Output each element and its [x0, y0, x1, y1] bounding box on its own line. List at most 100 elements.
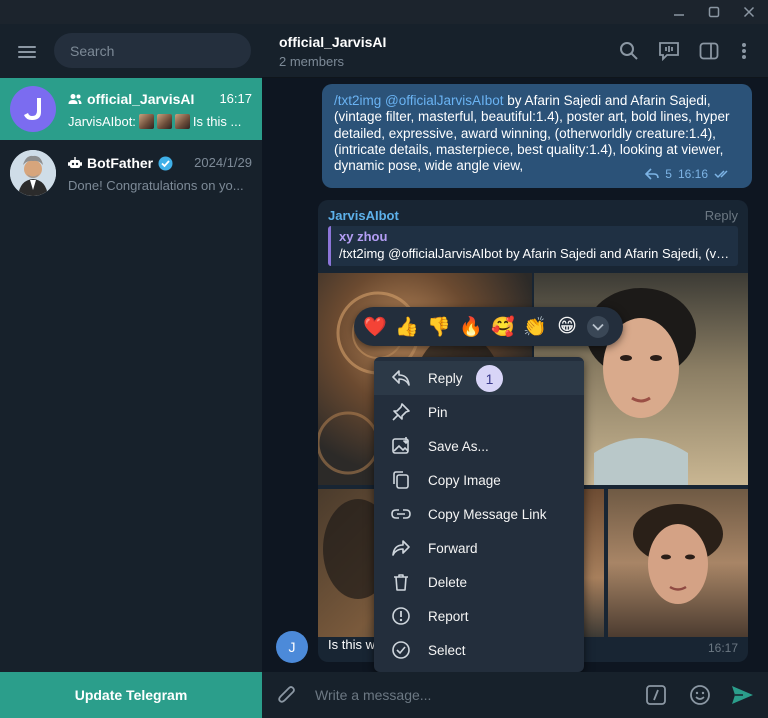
chat-item-official-jarvisai[interactable]: official_JarvisAI 16:17 JarvisAIbot: Is …	[0, 78, 262, 140]
send-button[interactable]	[730, 683, 754, 707]
send-icon	[732, 686, 753, 704]
more-reactions-button[interactable]	[587, 315, 609, 338]
attach-button[interactable]	[275, 683, 299, 707]
maximize-button[interactable]	[699, 0, 729, 24]
telegram-window: Search official_JarvisAI 16:17 JarvisAIb…	[0, 0, 768, 718]
sidebar-panel-icon	[699, 42, 719, 60]
sidebar-toggle-button[interactable]	[697, 39, 721, 63]
menu-item-delete[interactable]: Delete	[374, 565, 584, 599]
chat-time: 2024/1/29	[194, 155, 252, 170]
context-menu: Reply 1 Pin Save As... Copy Image Copy M…	[374, 357, 584, 672]
menu-label: Select	[428, 642, 466, 658]
bot-icon	[68, 157, 82, 168]
chat-item-botfather[interactable]: BotFather 2024/1/29 Done! Congratulation…	[0, 142, 262, 204]
forward-icon	[390, 537, 412, 559]
search-input[interactable]: Search	[54, 33, 251, 68]
menu-label: Reply	[428, 370, 463, 386]
reaction-grin[interactable]: 😁	[552, 312, 582, 342]
preview-thumbnail	[156, 114, 172, 129]
reaction-heart[interactable]: ❤️	[360, 312, 390, 342]
jarvis-logo-icon	[24, 98, 41, 120]
close-window-button[interactable]	[734, 0, 764, 24]
menu-item-pin[interactable]: Pin	[374, 395, 584, 429]
botfather-avatar	[10, 150, 56, 196]
reactions-bar: ❤️ 👍 👎 🔥 🥰 👏 😁	[354, 307, 623, 346]
quote-text: /txt2img @officialJarvisAIbot by Afarin …	[339, 246, 730, 261]
message-sender[interactable]: JarvisAIbot	[328, 208, 399, 223]
menu-label: Forward	[428, 540, 478, 556]
copy-icon	[390, 469, 412, 491]
step-badge: 1	[476, 365, 503, 392]
emoji-button[interactable]	[688, 683, 712, 707]
reply-link[interactable]: Reply	[705, 208, 738, 223]
smile-icon	[690, 685, 710, 705]
bot-command-link[interactable]: /txt2img	[334, 93, 381, 108]
check-circle-icon	[390, 639, 412, 661]
search-placeholder: Search	[70, 42, 115, 59]
search-button[interactable]	[617, 39, 641, 63]
mention-link[interactable]: @officialJarvisAIbot	[385, 93, 504, 108]
title-bar	[0, 0, 768, 24]
hamburger-icon	[18, 46, 36, 58]
chat-time: 16:17	[219, 91, 252, 106]
reaction-clap[interactable]: 👏	[520, 312, 550, 342]
menu-item-reply[interactable]: Reply 1	[374, 361, 584, 395]
preview-text: Is this ...	[192, 114, 242, 129]
minimize-button[interactable]	[664, 0, 694, 24]
more-options-button[interactable]	[732, 39, 756, 63]
group-icon	[68, 94, 82, 104]
chevron-down-icon	[592, 323, 604, 331]
menu-item-save-as[interactable]: Save As...	[374, 429, 584, 463]
reaction-love[interactable]: 🥰	[488, 312, 518, 342]
update-telegram-button[interactable]: Update Telegram	[0, 672, 262, 718]
avatar	[10, 86, 56, 132]
quote-author: xy zhou	[339, 229, 388, 244]
botfather-portrait-icon	[10, 150, 56, 196]
double-check-icon	[714, 170, 728, 178]
menu-button[interactable]	[14, 40, 40, 64]
pin-icon	[390, 401, 412, 423]
paperclip-icon	[278, 686, 295, 703]
search-icon	[620, 42, 638, 60]
preview-thumbnail	[174, 114, 190, 129]
menu-item-forward[interactable]: Forward	[374, 531, 584, 565]
reaction-thumbs-down[interactable]: 👎	[424, 312, 454, 342]
message-text: /txt2img @officialJarvisAIbot by Afarin …	[334, 93, 740, 177]
reaction-fire[interactable]: 🔥	[456, 312, 486, 342]
chat-preview: Done! Congratulations on yo...	[68, 178, 244, 193]
menu-item-copy-link[interactable]: Copy Message Link	[374, 497, 584, 531]
quoted-reply[interactable]: xy zhou /txt2img @officialJarvisAIbot by…	[328, 226, 738, 266]
report-icon	[390, 605, 412, 627]
outgoing-message[interactable]: /txt2img @officialJarvisAIbot by Afarin …	[322, 84, 752, 188]
save-image-icon	[390, 435, 412, 457]
menu-item-copy-image[interactable]: Copy Image	[374, 463, 584, 497]
message-meta: 5 16:16	[645, 166, 732, 182]
chat-header: official_JarvisAI 2 members	[262, 24, 768, 78]
menu-label: Report	[428, 608, 469, 624]
menu-item-select[interactable]: Select	[374, 633, 584, 667]
verified-icon	[158, 156, 173, 170]
chat-name-text: BotFather	[87, 155, 154, 171]
slash-command-icon	[646, 685, 666, 705]
chat-name: official_JarvisAI	[68, 91, 194, 107]
trash-icon	[390, 571, 412, 593]
bot-commands-button[interactable]	[644, 683, 668, 707]
menu-label: Save As...	[428, 438, 489, 454]
message-caption: Is this w	[328, 637, 375, 652]
menu-label: Copy Message Link	[428, 506, 547, 522]
menu-label: Copy Image	[428, 472, 501, 488]
maximize-icon	[708, 6, 720, 18]
menu-item-report[interactable]: Report	[374, 599, 584, 633]
menu-label: Pin	[428, 404, 448, 420]
sender-avatar[interactable]: J	[276, 631, 308, 663]
reaction-thumbs-up[interactable]: 👍	[392, 312, 422, 342]
message-input[interactable]: Write a message...	[315, 687, 431, 703]
preview-sender: JarvisAIbot:	[68, 114, 136, 129]
reply-count[interactable]: 5	[665, 166, 672, 182]
sidebar: Search official_JarvisAI 16:17 JarvisAIb…	[0, 24, 262, 718]
chat-title[interactable]: official_JarvisAI	[279, 34, 386, 50]
message-time: 16:17	[707, 641, 738, 655]
video-chat-button[interactable]	[657, 39, 681, 63]
voice-chat-icon	[659, 42, 679, 61]
generated-image[interactable]	[608, 489, 748, 637]
